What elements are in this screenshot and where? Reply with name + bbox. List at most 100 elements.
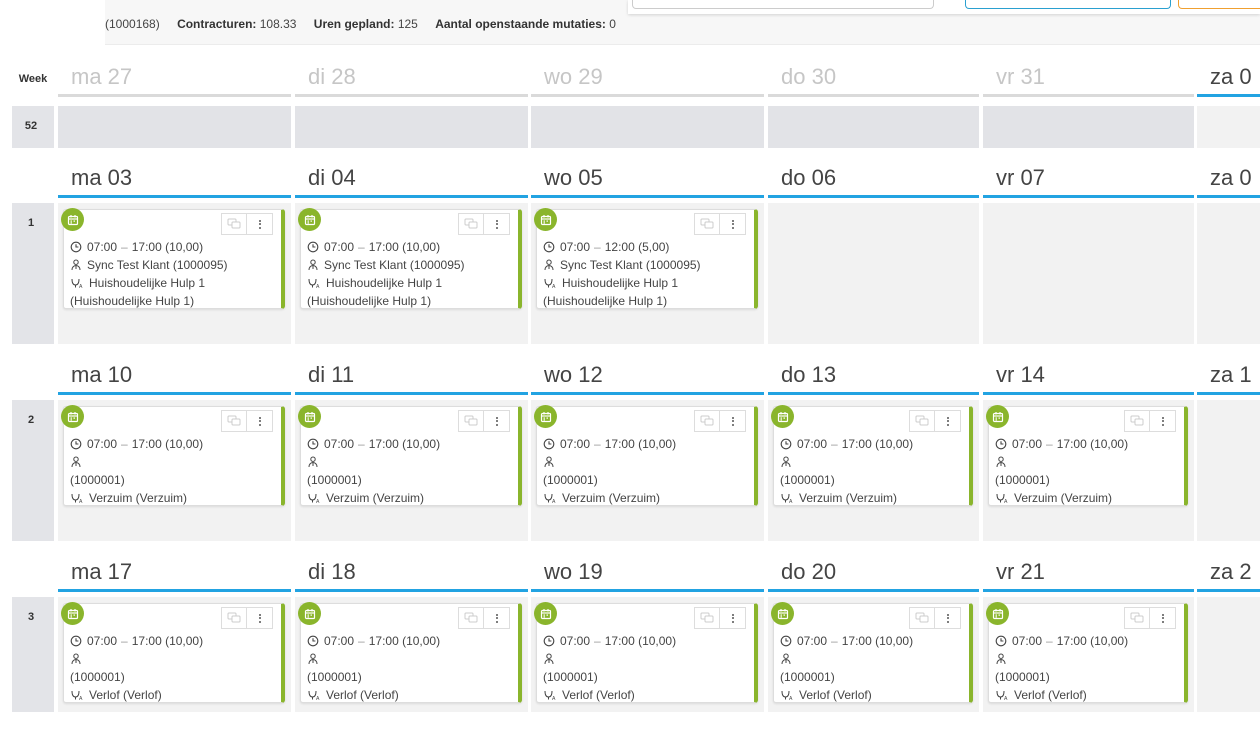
shift-card[interactable]: 07:00–17:00 (10,00) (1000001) A Verlof (Ver… <box>298 602 522 703</box>
shift-card[interactable]: 07:00–17:00 (10,00) (1000001) A Verlof (Ver… <box>771 602 973 703</box>
shift-card[interactable]: 07:00–17:00 (10,00) (1000001) A Verzuim (Ve… <box>298 405 522 506</box>
primary-action-button[interactable] <box>965 0 1171 9</box>
shift-end: 17:00 (10,00) <box>841 634 914 648</box>
day-cell[interactable] <box>1197 597 1260 712</box>
day-header: wo 12 <box>531 355 764 395</box>
comment-button[interactable] <box>221 213 247 235</box>
time-separator: – <box>358 240 365 254</box>
week-number: 1 <box>12 203 54 344</box>
day-header: wo 19 <box>531 552 764 592</box>
shift-start: 07:00 <box>560 240 591 254</box>
calendar-icon <box>986 405 1009 428</box>
comment-button[interactable] <box>458 607 484 629</box>
time-separator: – <box>1046 634 1053 648</box>
time-separator: – <box>594 240 601 254</box>
comment-button[interactable] <box>221 607 247 629</box>
day-cell[interactable] <box>1197 203 1260 344</box>
calendar-icon <box>298 602 321 625</box>
clock-icon <box>70 634 87 648</box>
day-cell[interactable]: 07:00–17:00 (10,00) (1000001) A Verzuim (Ve… <box>531 400 764 541</box>
day-cell[interactable]: 07:00–17:00 (10,00) (1000001) A Verlof (Ver… <box>983 597 1194 712</box>
more-options-button[interactable] <box>484 213 510 235</box>
shift-card[interactable]: 07:00–17:00 (10,00) (1000001) A Verzuim (Ve… <box>771 405 973 506</box>
shift-card[interactable]: 07:00–17:00 (10,00) Sync Test Klant (1000… <box>298 208 522 309</box>
shift-card[interactable]: 07:00–17:00 (10,00) (1000001) A Verzuim (Ve… <box>61 405 285 506</box>
time-separator: – <box>121 437 128 451</box>
more-options-button[interactable] <box>484 607 510 629</box>
shift-client <box>70 652 87 666</box>
day-cell[interactable]: 07:00–17:00 (10,00) Sync Test Klant (1000… <box>58 203 291 344</box>
svg-text:A: A <box>789 499 793 504</box>
day-cell[interactable]: 07:00–17:00 (10,00) (1000001) A Verzuim (Ve… <box>295 400 528 541</box>
more-options-button[interactable] <box>484 410 510 432</box>
day-cell[interactable]: 07:00–17:00 (10,00) (1000001) A Verzuim (Ve… <box>58 400 291 541</box>
day-header: di 04 <box>295 158 528 198</box>
client-icon <box>543 455 560 469</box>
shift-card[interactable]: 07:00–17:00 (10,00) (1000001) A Verzuim (Ve… <box>986 405 1188 506</box>
time-separator: – <box>594 437 601 451</box>
shift-end: 17:00 (10,00) <box>1056 634 1129 648</box>
day-cell[interactable]: 07:00–12:00 (5,00) Sync Test Klant (10000… <box>531 203 764 344</box>
client-name: Sync Test Klant (1000095) <box>324 258 465 272</box>
comment-button[interactable] <box>221 410 247 432</box>
comment-button[interactable] <box>909 410 935 432</box>
shift-card[interactable]: 07:00–17:00 (10,00) (1000001) A Verlof (Ver… <box>534 602 758 703</box>
comment-button[interactable] <box>1124 410 1150 432</box>
shift-time: 07:00–17:00 (10,00) <box>70 634 203 648</box>
more-options-button[interactable] <box>720 410 746 432</box>
day-cell[interactable] <box>768 203 979 344</box>
day-cell[interactable] <box>531 106 764 148</box>
day-cell[interactable]: 07:00–17:00 (10,00) (1000001) A Verlof (Ver… <box>295 597 528 712</box>
more-options-button[interactable] <box>935 607 961 629</box>
comment-button[interactable] <box>909 607 935 629</box>
day-header: za 2 <box>1197 552 1260 592</box>
more-options-button[interactable] <box>247 213 273 235</box>
comment-button[interactable] <box>458 410 484 432</box>
more-options-button[interactable] <box>247 410 273 432</box>
shift-card[interactable]: 07:00–12:00 (5,00) Sync Test Klant (10000… <box>534 208 758 309</box>
day-cell[interactable] <box>1197 106 1260 148</box>
shift-client <box>70 455 87 469</box>
day-cell[interactable] <box>768 106 979 148</box>
day-cell[interactable] <box>983 106 1194 148</box>
day-header: za 1 <box>1197 355 1260 395</box>
day-cell[interactable] <box>295 106 528 148</box>
day-cell[interactable] <box>58 106 291 148</box>
task-name: Verzuim (Verzuim) <box>562 491 661 505</box>
shift-client <box>307 455 324 469</box>
shift-card[interactable]: 07:00–17:00 (10,00) (1000001) A Verlof (Ver… <box>986 602 1188 703</box>
day-cell[interactable]: 07:00–17:00 (10,00) Sync Test Klant (1000… <box>295 203 528 344</box>
day-cell[interactable]: 07:00–17:00 (10,00) (1000001) A Verlof (Ver… <box>531 597 764 712</box>
more-options-button[interactable] <box>720 607 746 629</box>
more-options-button[interactable] <box>935 410 961 432</box>
day-cell[interactable]: 07:00–17:00 (10,00) (1000001) A Verzuim (Ve… <box>983 400 1194 541</box>
card-actions <box>694 607 746 629</box>
day-cell[interactable]: 07:00–17:00 (10,00) (1000001) A Verzuim (Ve… <box>768 400 979 541</box>
shift-card[interactable]: 07:00–17:00 (10,00) Sync Test Klant (1000… <box>61 208 285 309</box>
shift-end: 12:00 (5,00) <box>604 240 670 254</box>
day-cell[interactable]: 07:00–17:00 (10,00) (1000001) A Verlof (Ver… <box>768 597 979 712</box>
more-options-button[interactable] <box>1150 410 1176 432</box>
comment-button[interactable] <box>458 213 484 235</box>
day-cell[interactable] <box>983 203 1194 344</box>
more-options-button[interactable] <box>720 213 746 235</box>
clock-icon <box>543 634 560 648</box>
shift-time: 07:00–17:00 (10,00) <box>307 240 440 254</box>
time-separator: – <box>121 240 128 254</box>
search-input[interactable] <box>632 0 934 9</box>
client-icon <box>995 455 1012 469</box>
shift-card[interactable]: 07:00–17:00 (10,00) (1000001) A Verzuim (Ve… <box>534 405 758 506</box>
more-options-button[interactable] <box>1150 607 1176 629</box>
shift-card[interactable]: 07:00–17:00 (10,00) (1000001) A Verlof (Ver… <box>61 602 285 703</box>
secondary-action-button[interactable] <box>1178 0 1260 9</box>
day-cell[interactable] <box>1197 400 1260 541</box>
shift-start: 07:00 <box>87 240 118 254</box>
more-options-button[interactable] <box>247 607 273 629</box>
comment-button[interactable] <box>1124 607 1150 629</box>
svg-text:A: A <box>316 284 320 289</box>
task-icon: A <box>307 688 326 702</box>
comment-button[interactable] <box>694 213 720 235</box>
day-cell[interactable]: 07:00–17:00 (10,00) (1000001) A Verlof (Ver… <box>58 597 291 712</box>
comment-button[interactable] <box>694 410 720 432</box>
comment-button[interactable] <box>694 607 720 629</box>
